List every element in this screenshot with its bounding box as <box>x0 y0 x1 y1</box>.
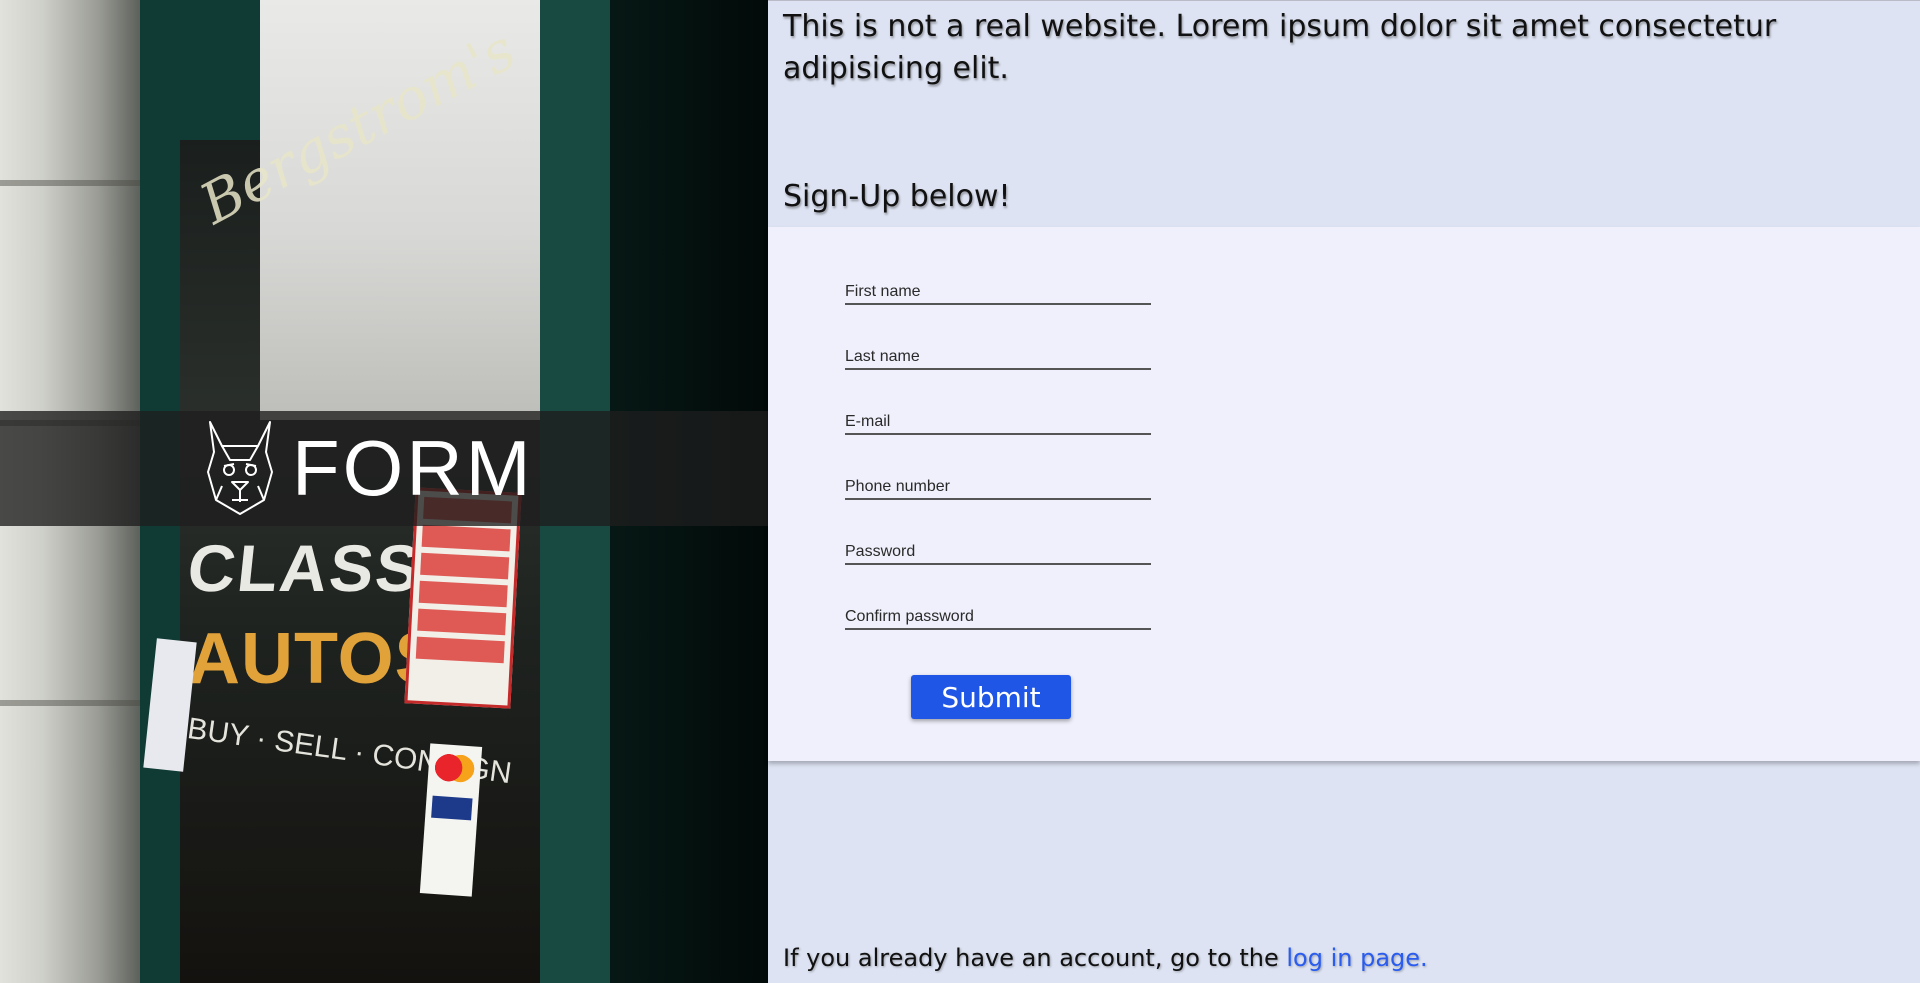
site-notice: This is not a real website. Lorem ipsum … <box>783 9 1777 86</box>
login-link[interactable]: log in page. <box>1286 944 1427 972</box>
confirm-password-field[interactable] <box>845 594 1151 628</box>
photo-card-stickers <box>419 743 483 897</box>
email-field-wrapper <box>845 399 1151 435</box>
confirm-password-field-wrapper <box>845 594 1151 630</box>
phone-field-wrapper <box>845 464 1151 500</box>
email-field[interactable] <box>845 399 1151 433</box>
submit-button[interactable]: Submit <box>911 675 1071 719</box>
login-prompt: If you already have an account, go to th… <box>783 940 1428 976</box>
signup-heading: Sign-Up below! <box>783 179 1011 214</box>
photo-detail <box>0 180 140 186</box>
brand-name: FORM <box>292 424 534 512</box>
signup-content: This is not a real website. Lorem ipsum … <box>768 0 1920 983</box>
signup-form: Submit <box>768 227 1920 761</box>
password-field[interactable] <box>845 529 1151 563</box>
photo-detail <box>0 700 140 706</box>
first-name-field-wrapper <box>845 269 1151 305</box>
password-field-wrapper <box>845 529 1151 565</box>
last-name-field[interactable] <box>845 334 1151 368</box>
brand-lockup: FORM <box>202 420 534 516</box>
first-name-field[interactable] <box>845 269 1151 303</box>
last-name-field-wrapper <box>845 334 1151 370</box>
hero-photo-panel: Bergstrom's CLASSIC AUTOS BUY · SELL · C… <box>0 0 768 983</box>
phone-number-field[interactable] <box>845 464 1151 498</box>
login-prompt-text: If you already have an account, go to th… <box>783 944 1287 972</box>
dog-logo-icon <box>207 421 273 515</box>
top-divider <box>768 0 1920 1</box>
